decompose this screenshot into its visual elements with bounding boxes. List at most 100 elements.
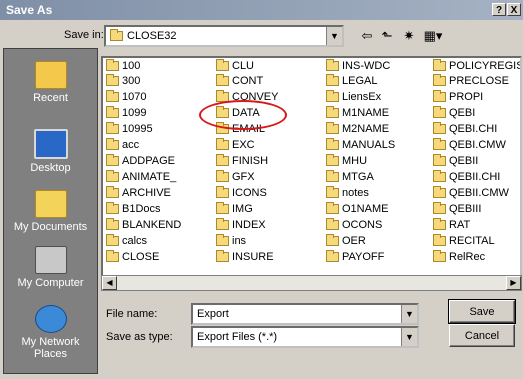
save-as-dialog: Save As ? X Save in: CLOSE32 ▼ ⇦ ⬑ ✷ ▦▾ … xyxy=(0,0,523,379)
list-item[interactable]: CLOSE xyxy=(106,250,159,265)
list-item[interactable]: GFX xyxy=(216,170,255,185)
folder-icon xyxy=(106,122,119,135)
folder-icon xyxy=(326,202,339,215)
list-item[interactable]: PAYOFF xyxy=(326,250,384,265)
list-item[interactable]: EXC xyxy=(216,138,255,153)
list-item[interactable]: acc xyxy=(106,138,139,153)
list-item[interactable]: BLANKEND xyxy=(106,218,181,233)
list-item[interactable]: INSURE xyxy=(216,250,274,265)
list-item[interactable]: 1099 xyxy=(106,106,146,121)
list-item[interactable]: ADDPAGE xyxy=(106,154,175,169)
save-in-dropdown[interactable]: CLOSE32 ▼ xyxy=(104,25,344,47)
places-item-desktop[interactable]: Desktop xyxy=(4,129,97,174)
list-item[interactable]: M2NAME xyxy=(326,122,389,137)
folder-icon xyxy=(106,186,119,199)
close-button[interactable]: X xyxy=(507,3,521,16)
list-item[interactable]: CLU xyxy=(216,59,254,74)
list-item[interactable]: ARCHIVE xyxy=(106,186,171,201)
save-as-type-label: Save as type: xyxy=(106,331,173,343)
chevron-down-icon[interactable]: ▼ xyxy=(401,328,417,346)
folder-icon xyxy=(106,90,119,103)
list-item[interactable]: IMG xyxy=(216,202,253,217)
list-item[interactable]: RAT xyxy=(433,218,470,233)
list-item[interactable]: QEBI.CHI xyxy=(433,122,497,137)
list-item[interactable]: CONT xyxy=(216,74,263,89)
list-item[interactable]: OER xyxy=(326,234,366,249)
up-folder-icon[interactable]: ⬑ xyxy=(378,27,396,45)
folder-icon xyxy=(433,74,446,87)
scroll-right-icon[interactable]: ▶ xyxy=(506,276,521,290)
folder-icon xyxy=(326,154,339,167)
list-item[interactable]: POLICYREGISTE xyxy=(433,59,520,74)
chevron-down-icon[interactable]: ▼ xyxy=(401,305,417,323)
places-item-recent[interactable]: Recent xyxy=(4,61,97,104)
list-item[interactable]: LiensEx xyxy=(326,90,381,105)
list-item[interactable]: MANUALS xyxy=(326,138,395,153)
list-item[interactable]: QEBI.CMW xyxy=(433,138,506,153)
list-item[interactable]: 10995 xyxy=(106,122,153,137)
file-name-input[interactable]: Export ▼ xyxy=(191,303,419,325)
folder-icon xyxy=(106,59,119,72)
places-item-network[interactable]: My Network Places xyxy=(4,305,97,360)
folder-icon xyxy=(326,138,339,151)
network-icon xyxy=(34,305,67,333)
scroll-left-icon[interactable]: ◀ xyxy=(102,276,117,290)
folder-icon xyxy=(433,250,446,263)
new-folder-icon[interactable]: ✷ xyxy=(400,27,418,45)
list-item[interactable]: ANIMATE_ xyxy=(106,170,176,185)
horizontal-scrollbar[interactable]: ◀ ▶ xyxy=(101,275,522,291)
folder-icon xyxy=(326,218,339,231)
folder-icon xyxy=(106,234,119,247)
cancel-button[interactable]: Cancel xyxy=(449,324,515,347)
folder-icon xyxy=(433,59,446,72)
places-item-my-computer[interactable]: My Computer xyxy=(4,246,97,289)
list-item[interactable]: FINISH xyxy=(216,154,268,169)
list-item[interactable]: MTGA xyxy=(326,170,374,185)
window-title: Save As xyxy=(6,3,53,17)
list-item[interactable]: notes xyxy=(326,186,369,201)
list-item[interactable]: QEBII.CMW xyxy=(433,186,509,201)
folder-icon xyxy=(110,29,123,42)
list-item[interactable]: INDEX xyxy=(216,218,266,233)
list-item[interactable]: MHU xyxy=(326,154,367,169)
list-item[interactable]: 300 xyxy=(106,74,140,89)
file-name-label: File name: xyxy=(106,308,158,320)
views-menu-icon[interactable]: ▦▾ xyxy=(422,27,444,45)
list-item[interactable]: QEBII xyxy=(433,154,478,169)
list-item[interactable]: O1NAME xyxy=(326,202,388,217)
save-in-value: CLOSE32 xyxy=(127,30,177,42)
list-item[interactable]: QEBI xyxy=(433,106,475,121)
back-arrow-icon[interactable]: ⇦ xyxy=(358,27,376,45)
desktop-icon xyxy=(33,129,68,159)
folder-icon xyxy=(326,170,339,183)
save-button[interactable]: Save xyxy=(448,299,516,324)
places-bar: Recent Desktop My Documents My Computer … xyxy=(3,48,98,374)
chevron-down-icon[interactable]: ▼ xyxy=(326,27,342,45)
list-item[interactable]: RelRec xyxy=(433,250,485,265)
places-item-my-documents[interactable]: My Documents xyxy=(4,190,97,233)
title-bar[interactable]: Save As ? X xyxy=(0,0,523,20)
list-item[interactable]: QEBII.CHI xyxy=(433,170,500,185)
places-item-label: Recent xyxy=(33,92,68,104)
list-item[interactable]: ins xyxy=(216,234,246,249)
list-item[interactable]: calcs xyxy=(106,234,147,249)
help-button[interactable]: ? xyxy=(492,3,506,16)
folder-icon xyxy=(216,250,229,263)
save-as-type-dropdown[interactable]: Export Files (*.*) ▼ xyxy=(191,326,419,348)
list-item[interactable]: ICONS xyxy=(216,186,267,201)
list-item[interactable]: PROPI xyxy=(433,90,483,105)
list-item[interactable]: LEGAL xyxy=(326,74,377,89)
file-list[interactable]: 100 300 1070 1099 10995 acc ADDPAGE ANIM… xyxy=(101,56,522,280)
list-item[interactable]: M1NAME xyxy=(326,106,389,121)
my-computer-icon xyxy=(34,246,67,274)
places-item-label: My Documents xyxy=(13,221,88,233)
list-item[interactable]: 1070 xyxy=(106,90,146,105)
list-item[interactable]: QEBIII xyxy=(433,202,481,217)
list-item[interactable]: INS-WDC xyxy=(326,59,390,74)
list-item[interactable]: B1Docs xyxy=(106,202,161,217)
list-item[interactable]: RECITAL xyxy=(433,234,495,249)
list-item[interactable]: PRECLOSE xyxy=(433,74,509,89)
list-item[interactable]: OCONS xyxy=(326,218,382,233)
folder-icon xyxy=(326,90,339,103)
list-item[interactable]: 100 xyxy=(106,59,140,74)
